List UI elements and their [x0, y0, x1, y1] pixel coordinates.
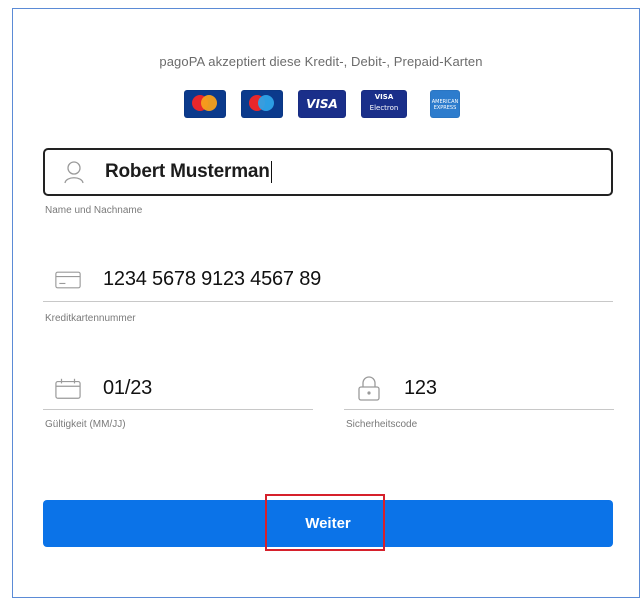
name-field-label: Name und Nachname	[45, 205, 143, 216]
expiry-field-label: Gültigkeit (MM/JJ)	[45, 419, 126, 430]
name-field[interactable]: Robert Musterman	[43, 148, 613, 196]
maestro-logo	[241, 90, 283, 118]
text-cursor	[270, 161, 272, 183]
cvv-field-label: Sicherheitscode	[346, 419, 418, 430]
mastercard-orange-circle	[201, 95, 217, 111]
american-express-logo: AMERICAN EXPRESS	[430, 90, 460, 118]
continue-button[interactable]: Weiter	[43, 500, 613, 547]
card-number-field-label: Kreditkartennummer	[45, 313, 136, 324]
accepted-cards-logos: VISA VISA Electron AMERICAN EXPRESS	[184, 90, 460, 118]
user-icon	[61, 159, 87, 185]
visa-electron-logo: VISA Electron	[361, 90, 407, 118]
maestro-blue-circle	[258, 95, 274, 111]
credit-card-icon	[55, 267, 81, 293]
visa-electron-logo-bottom: Electron	[369, 104, 399, 112]
visa-electron-logo-top: VISA	[374, 93, 394, 101]
lock-icon	[356, 375, 382, 402]
cvv-field-value[interactable]: 123	[404, 377, 437, 400]
accepted-cards-text: pagoPA akzeptiert diese Kredit-, Debit-,…	[159, 54, 483, 69]
expiry-field[interactable]: 01/23	[43, 368, 313, 410]
mastercard-logo	[184, 90, 226, 118]
card-number-field[interactable]: 1234 5678 9123 4567 89	[43, 258, 613, 302]
visa-logo-text: VISA	[306, 97, 338, 111]
calendar-icon	[55, 376, 81, 402]
name-field-value[interactable]: Robert Musterman	[105, 161, 270, 183]
card-number-field-value[interactable]: 1234 5678 9123 4567 89	[103, 268, 321, 291]
visa-logo: VISA	[298, 90, 346, 118]
american-express-logo-text: AMERICAN EXPRESS	[431, 99, 459, 111]
cvv-field[interactable]: 123	[344, 368, 614, 410]
expiry-field-value[interactable]: 01/23	[103, 377, 152, 400]
